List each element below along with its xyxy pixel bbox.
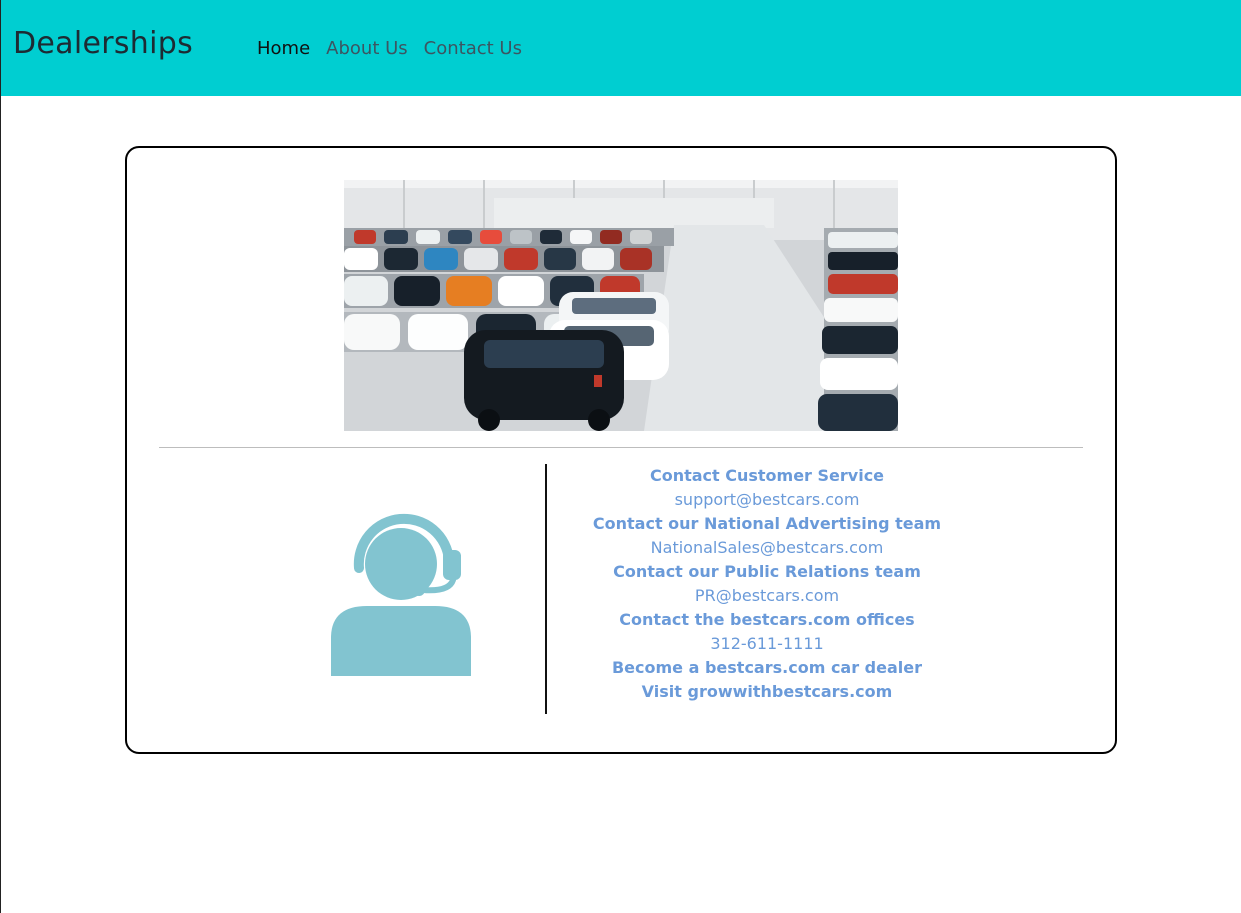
section-divider [159, 447, 1083, 448]
nav-link-about-us[interactable]: About Us [318, 38, 416, 59]
contact-card: Contact Customer Service support@bestcar… [125, 146, 1117, 754]
offices-label: Contact the bestcars.com offices [619, 610, 915, 629]
offices-phone[interactable]: 312-611-1111 [547, 632, 987, 656]
brand-title[interactable]: Dealerships [13, 26, 193, 61]
customer-service-label: Contact Customer Service [649, 466, 885, 485]
customer-service-email[interactable]: support@bestcars.com [547, 488, 987, 512]
public-relations-label: Contact our Public Relations team [613, 562, 921, 581]
nav-link-home[interactable]: Home [257, 38, 318, 59]
advertising-team-label: Contact our National Advertising team [592, 514, 942, 533]
contact-info: Contact Customer Service support@bestcar… [547, 464, 987, 704]
nav-link-contact-us[interactable]: Contact Us [416, 38, 530, 59]
page-left-border [0, 0, 1, 913]
become-dealer-label: Become a bestcars.com car dealer [611, 658, 923, 677]
dealership-showroom-image [344, 180, 898, 431]
customer-support-headset-icon [331, 508, 473, 676]
dealer-website-link[interactable]: Visit growwithbestcars.com [547, 680, 987, 704]
public-relations-email[interactable]: PR@bestcars.com [547, 584, 987, 608]
advertising-team-email[interactable]: NationalSales@bestcars.com [547, 536, 987, 560]
nav-links: Home About Us Contact Us [257, 38, 530, 59]
top-navbar: Dealerships Home About Us Contact Us [1, 0, 1241, 96]
